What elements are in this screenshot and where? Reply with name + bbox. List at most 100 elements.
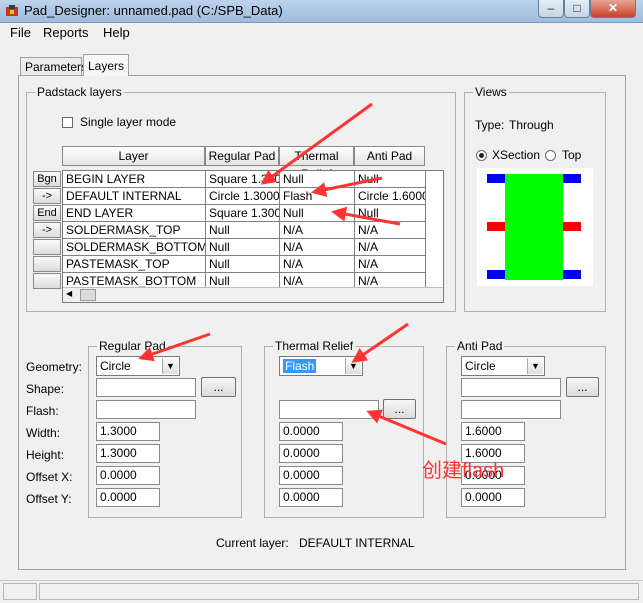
drill-body [505,174,563,280]
horizontal-scroll-thumb[interactable] [80,289,96,301]
anti-pad-shape-input[interactable] [461,378,561,397]
thermal-relief-flash-browse-button[interactable]: ... [383,399,416,419]
row-button-arrow[interactable]: -> [33,188,61,204]
thermal-relief-offset-x-input[interactable]: 0.0000 [279,466,343,485]
row-button[interactable] [33,273,61,289]
padstack-preview-graphic [487,174,581,280]
single-layer-mode-label: Single layer mode [80,115,177,129]
row-button[interactable] [33,239,61,255]
xsection-radio[interactable] [476,150,487,161]
padstack-layers-grid[interactable]: BEGIN LAYER Square 1.3000 Null Null DEFA… [62,170,444,303]
tab-layers[interactable]: Layers [83,54,129,76]
column-header-anti-pad[interactable]: Anti Pad [354,146,425,166]
cell-anti-pad[interactable]: N/A [355,256,426,273]
status-segment [39,583,639,600]
row-button-arrow[interactable]: -> [33,222,61,238]
thermal-relief-label: Thermal Relief [273,339,356,353]
regular-pad-offset-x-input[interactable]: 0.0000 [96,466,160,485]
cell-thermal-relief[interactable]: N/A [280,256,355,273]
cell-thermal-relief[interactable]: Flash [280,188,355,205]
cell-regular-pad[interactable]: Square 1.3000 [206,205,280,222]
top-pad-right [563,174,581,183]
current-layer-label: Current layer: [216,536,289,550]
anti-pad-offset-y-input[interactable]: 0.0000 [461,488,525,507]
cell-layer[interactable]: SOLDERMASK_TOP [63,222,206,239]
chevron-down-icon[interactable]: ▼ [345,358,361,374]
regular-pad-width-input[interactable]: 1.3000 [96,422,160,441]
bottom-pad-right [563,270,581,279]
cell-thermal-relief[interactable]: N/A [280,239,355,256]
cell-layer[interactable]: SOLDERMASK_BOTTOM [63,239,206,256]
menu-reports[interactable]: Reports [43,25,89,40]
cell-thermal-relief[interactable]: Null [280,205,355,222]
close-button[interactable]: ✕ [590,0,636,18]
cell-anti-pad[interactable]: N/A [355,222,426,239]
minimize-button[interactable]: – [538,0,564,18]
regular-pad-height-input[interactable]: 1.3000 [96,444,160,463]
chevron-down-icon[interactable]: ▼ [162,358,178,374]
scroll-left-icon[interactable]: ◀ [66,289,72,298]
top-label: Top [562,148,582,162]
cell-anti-pad[interactable]: Circle 1.6000 [355,188,426,205]
pad-designer-app-icon [6,5,18,16]
thermal-relief-offset-y-input[interactable]: 0.0000 [279,488,343,507]
xsection-label: XSection [492,148,541,162]
cell-regular-pad[interactable]: Null [206,256,280,273]
top-radio[interactable] [545,150,556,161]
column-header-layer[interactable]: Layer [62,146,205,166]
cell-layer[interactable]: DEFAULT INTERNAL [63,188,206,205]
cell-layer[interactable]: BEGIN LAYER [63,171,206,188]
anti-pad-shape-browse-button[interactable]: ... [566,377,599,397]
xsection-preview [477,168,593,286]
top-pad-left [487,174,505,183]
cell-anti-pad[interactable]: Null [355,205,426,222]
cell-regular-pad[interactable]: Null [206,239,280,256]
thermal-relief-width-input[interactable]: 0.0000 [279,422,343,441]
anti-pad-geometry-select[interactable]: Circle ▼ [461,356,545,376]
offset-y-label: Offset Y: [26,492,72,506]
padstack-layers-label: Padstack layers [35,85,124,99]
single-layer-mode-checkbox[interactable] [62,117,73,128]
anti-pad-width-input[interactable]: 1.6000 [461,422,525,441]
flash-label: Flash: [26,404,59,418]
cell-anti-pad[interactable]: Null [355,171,426,188]
inner-pad-right [563,222,581,231]
regular-pad-geometry-select[interactable]: Circle ▼ [96,356,180,376]
cell-layer[interactable]: PASTEMASK_TOP [63,256,206,273]
anti-pad-label: Anti Pad [455,339,505,353]
anti-pad-geometry-value: Circle [465,359,496,373]
column-header-regular-pad[interactable]: Regular Pad [205,146,279,166]
row-button[interactable] [33,256,61,272]
cell-thermal-relief[interactable]: N/A [280,222,355,239]
row-button-end[interactable]: End [33,205,61,221]
thermal-relief-geometry-value: Flash [283,359,317,373]
anti-pad-flash-input[interactable] [461,400,561,419]
regular-pad-geometry-value: Circle [100,359,131,373]
cell-anti-pad[interactable]: N/A [355,239,426,256]
tab-parameters[interactable]: Parameters [20,57,87,75]
column-header-thermal-relief[interactable]: Thermal Relief [279,146,354,181]
regular-pad-offset-y-input[interactable]: 0.0000 [96,488,160,507]
menu-file[interactable]: File [10,25,31,40]
chevron-down-icon[interactable]: ▼ [527,358,543,374]
cell-layer[interactable]: END LAYER [63,205,206,222]
menu-help[interactable]: Help [103,25,130,40]
grid-horizontal-scrollbar[interactable]: ◀ ▶ [63,287,443,302]
thermal-relief-flash-input[interactable] [279,400,379,419]
inner-pad-left [487,222,505,231]
row-button-begin[interactable]: Bgn [33,171,61,187]
cell-regular-pad[interactable]: Circle 1.3000 [206,188,280,205]
cell-regular-pad[interactable]: Square 1.3000 [206,171,280,188]
current-layer-value: DEFAULT INTERNAL [299,536,415,550]
cell-regular-pad[interactable]: Null [206,222,280,239]
title-bar: Pad_Designer: unnamed.pad (C:/SPB_Data) … [0,0,643,23]
regular-pad-shape-input[interactable] [96,378,196,397]
width-label: Width: [26,426,61,440]
thermal-relief-height-input[interactable]: 0.0000 [279,444,343,463]
cell-thermal-relief[interactable]: Null [280,171,355,188]
regular-pad-flash-input[interactable] [96,400,196,419]
regular-pad-shape-browse-button[interactable]: ... [201,377,236,397]
thermal-relief-geometry-select[interactable]: Flash ▼ [279,356,363,376]
maximize-button[interactable]: □ [564,0,590,18]
annotation-create-flash: 创建flash [422,460,505,482]
